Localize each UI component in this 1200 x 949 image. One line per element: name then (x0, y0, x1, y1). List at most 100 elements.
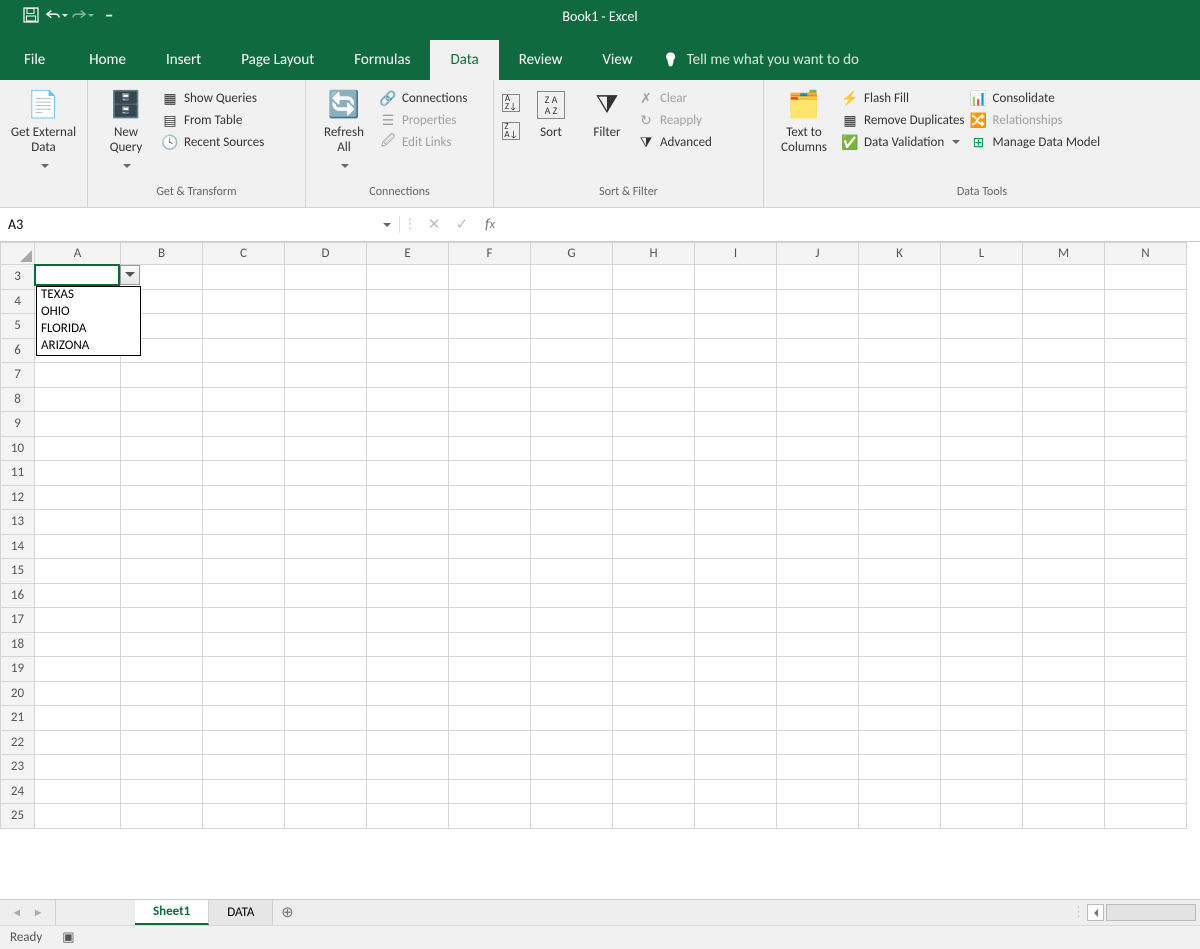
cell[interactable] (1105, 338, 1187, 363)
sheet-tab-data[interactable]: DATA (209, 900, 273, 925)
tab-data[interactable]: Data (430, 40, 498, 80)
cell[interactable] (35, 412, 121, 437)
remove-duplicates-button[interactable]: ▦Remove Duplicates (842, 112, 965, 128)
row-header[interactable]: 23 (1, 755, 35, 780)
cell[interactable] (695, 289, 777, 314)
cell[interactable] (203, 681, 285, 706)
cell[interactable] (121, 706, 203, 731)
cell[interactable] (941, 363, 1023, 388)
cell[interactable] (1023, 583, 1105, 608)
cell[interactable] (941, 534, 1023, 559)
cell[interactable] (1023, 608, 1105, 633)
cell[interactable] (777, 265, 859, 290)
cell[interactable] (449, 265, 531, 290)
cell[interactable] (367, 338, 449, 363)
cell[interactable] (35, 559, 121, 584)
cell[interactable] (777, 485, 859, 510)
cell[interactable] (367, 534, 449, 559)
cell[interactable] (613, 461, 695, 486)
cell[interactable] (613, 363, 695, 388)
cell[interactable] (613, 436, 695, 461)
row-header[interactable]: 7 (1, 363, 35, 388)
cell[interactable] (1105, 755, 1187, 780)
cell[interactable] (285, 436, 367, 461)
cell[interactable] (285, 632, 367, 657)
cell[interactable] (285, 289, 367, 314)
cell[interactable] (695, 559, 777, 584)
cell[interactable] (1023, 632, 1105, 657)
cell[interactable] (613, 485, 695, 510)
new-sheet-button[interactable]: ⊕ (273, 903, 301, 922)
cell[interactable] (777, 363, 859, 388)
cell[interactable] (449, 730, 531, 755)
cell[interactable] (695, 412, 777, 437)
cell[interactable] (531, 534, 613, 559)
cell[interactable] (1023, 779, 1105, 804)
cell[interactable] (121, 681, 203, 706)
cell[interactable] (121, 804, 203, 829)
cell[interactable] (285, 387, 367, 412)
cell[interactable] (1023, 314, 1105, 339)
text-to-columns-button[interactable]: 🗂️ Text to Columns (772, 86, 836, 156)
dropdown-arrow[interactable] (120, 265, 140, 285)
show-queries-button[interactable]: ▦Show Queries (162, 90, 264, 106)
tell-me[interactable]: Tell me what you want to do (652, 40, 868, 80)
cell[interactable] (1023, 485, 1105, 510)
cell[interactable] (285, 559, 367, 584)
cell[interactable] (941, 387, 1023, 412)
row-header[interactable]: 24 (1, 779, 35, 804)
cell[interactable] (285, 730, 367, 755)
cell[interactable] (285, 534, 367, 559)
dropdown-item[interactable]: TEXAS (37, 287, 140, 304)
cell[interactable] (859, 461, 941, 486)
sort-desc-button[interactable]: ZA↓ (502, 122, 520, 140)
cell[interactable] (35, 436, 121, 461)
cell[interactable] (203, 755, 285, 780)
cell[interactable] (941, 681, 1023, 706)
cell[interactable] (121, 510, 203, 535)
cell[interactable] (449, 583, 531, 608)
sheet-tab-sheet1[interactable]: Sheet1 (135, 900, 209, 925)
cell[interactable] (367, 265, 449, 290)
cell[interactable] (777, 755, 859, 780)
row-header[interactable]: 10 (1, 436, 35, 461)
cell[interactable] (203, 387, 285, 412)
cell[interactable] (613, 583, 695, 608)
cell[interactable] (35, 706, 121, 731)
cell[interactable] (531, 314, 613, 339)
row-header[interactable]: 6 (1, 338, 35, 363)
cell[interactable] (777, 779, 859, 804)
cell[interactable] (531, 583, 613, 608)
filter-button[interactable]: ⧩ Filter (582, 86, 632, 141)
cell[interactable] (777, 706, 859, 731)
cell[interactable] (941, 338, 1023, 363)
cell[interactable] (695, 485, 777, 510)
cell[interactable] (203, 804, 285, 829)
cell[interactable] (859, 632, 941, 657)
cell[interactable] (1023, 706, 1105, 731)
cell[interactable] (531, 804, 613, 829)
cell[interactable] (285, 804, 367, 829)
cell[interactable] (35, 755, 121, 780)
cell[interactable] (1023, 559, 1105, 584)
chevron-down-icon[interactable] (381, 216, 391, 233)
column-header[interactable]: L (941, 243, 1023, 265)
cell[interactable] (285, 461, 367, 486)
cell[interactable] (695, 363, 777, 388)
cell[interactable] (859, 289, 941, 314)
row-header[interactable]: 18 (1, 632, 35, 657)
cell[interactable] (695, 657, 777, 682)
cell[interactable] (859, 804, 941, 829)
cell[interactable] (859, 412, 941, 437)
column-header[interactable]: D (285, 243, 367, 265)
cell[interactable] (859, 779, 941, 804)
cell[interactable] (285, 583, 367, 608)
cell[interactable] (941, 632, 1023, 657)
cell[interactable] (35, 485, 121, 510)
cell[interactable] (449, 804, 531, 829)
cell[interactable] (777, 657, 859, 682)
cell[interactable] (941, 314, 1023, 339)
advanced-button[interactable]: ⧩Advanced (638, 134, 712, 150)
cell[interactable] (531, 559, 613, 584)
cell[interactable] (695, 265, 777, 290)
